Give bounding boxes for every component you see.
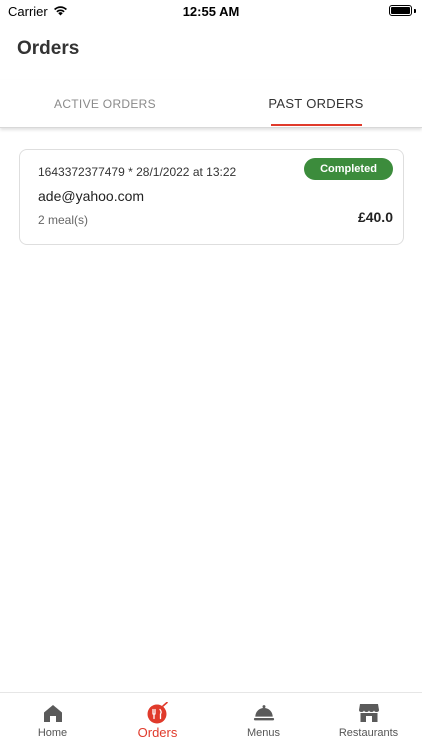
order-tabs: ACTIVE ORDERS PAST ORDERS xyxy=(0,80,422,128)
battery-icon xyxy=(389,5,412,16)
nav-item-orders[interactable]: Orders xyxy=(105,693,210,750)
orders-screen: Carrier 12:55 AM Orders ACTIVE ORDERS PA… xyxy=(0,0,422,750)
order-total: £40.0 xyxy=(357,209,393,225)
orders-icon xyxy=(147,702,169,724)
status-bar: Carrier 12:55 AM xyxy=(0,0,422,24)
bottom-nav: Home Orders Menus Restaurants xyxy=(0,692,422,750)
nav-item-restaurants[interactable]: Restaurants xyxy=(316,693,421,750)
tab-active-orders[interactable]: ACTIVE ORDERS xyxy=(40,80,170,127)
order-card[interactable]: 1643372377479 * 28/1/2022 at 13:22 Compl… xyxy=(19,149,404,245)
storefront-icon xyxy=(358,703,380,723)
nav-label-orders: Orders xyxy=(137,725,178,740)
active-tab-indicator xyxy=(271,124,362,126)
nav-label-home: Home xyxy=(37,727,68,739)
page-title: Orders xyxy=(17,38,80,59)
nav-item-home[interactable]: Home xyxy=(0,693,105,750)
nav-item-menus[interactable]: Menus xyxy=(211,693,316,750)
home-icon xyxy=(42,703,64,723)
meal-count: 2 meal(s) xyxy=(38,213,89,227)
battery-cap xyxy=(414,9,416,13)
order-id-date: 1643372377479 * 28/1/2022 at 13:22 xyxy=(38,165,237,179)
status-time: 12:55 AM xyxy=(182,4,240,19)
status-badge: Completed xyxy=(304,158,393,180)
cloche-icon xyxy=(253,703,275,723)
nav-label-restaurants: Restaurants xyxy=(338,727,399,739)
customer-email: ade@yahoo.com xyxy=(38,188,145,204)
nav-label-menus: Menus xyxy=(246,727,281,739)
tab-past-orders[interactable]: PAST ORDERS xyxy=(262,80,370,127)
